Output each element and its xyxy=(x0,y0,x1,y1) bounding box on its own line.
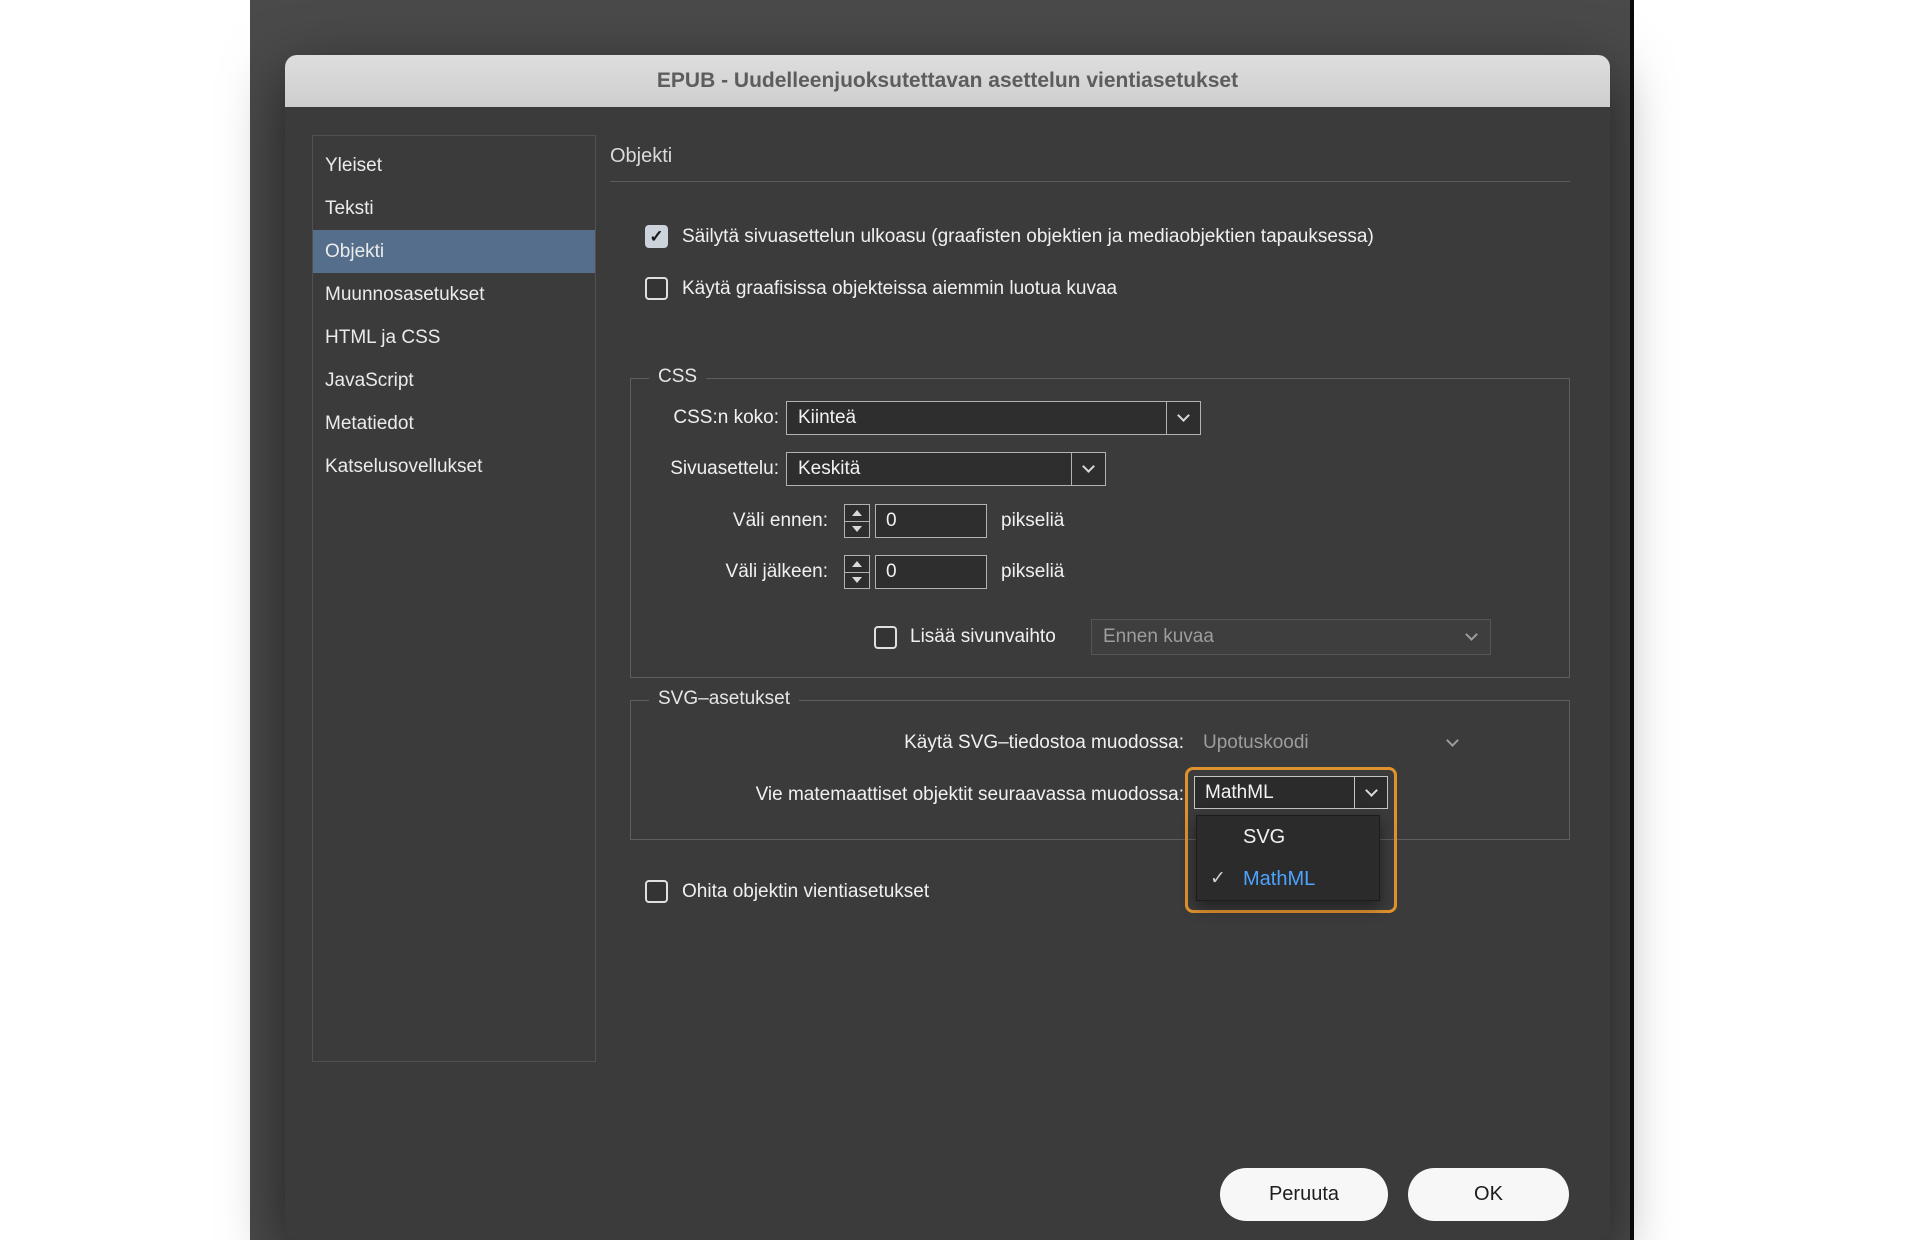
space-after-input[interactable] xyxy=(875,555,987,589)
menu-item-mathml[interactable]: ✓ MathML xyxy=(1197,858,1379,900)
chevron-down-icon[interactable] xyxy=(1354,777,1387,808)
sidebar-item-metatiedot[interactable]: Metatiedot xyxy=(313,402,595,445)
screen: EPUB - Uudelleenjuoksutettavan asettelun… xyxy=(0,0,1920,1240)
space-before-unit: pikseliä xyxy=(1001,510,1065,531)
math-export-menu: SVG ✓ MathML xyxy=(1196,815,1380,901)
css-size-value: Kiinteä xyxy=(798,407,857,428)
page-break-row: Lisää sivunvaihto xyxy=(874,619,1056,655)
page-break-checkbox[interactable] xyxy=(874,625,897,649)
ignore-export-checkbox[interactable] xyxy=(645,880,668,903)
space-after-unit: pikseliä xyxy=(1001,561,1065,582)
sidebar-item-yleiset[interactable]: Yleiset xyxy=(313,144,595,187)
chevron-down-icon[interactable] xyxy=(1071,453,1105,485)
page-title: Objekti xyxy=(610,145,673,167)
math-export-value: MathML xyxy=(1205,781,1274,803)
chevron-down-icon xyxy=(1465,628,1478,641)
use-existing-image-row: Käytä graafisissa objekteissa aiemmin lu… xyxy=(645,277,1117,300)
sidebar-item-teksti[interactable]: Teksti xyxy=(313,187,595,230)
use-existing-image-label: Käytä graafisissa objekteissa aiemmin lu… xyxy=(682,277,1118,299)
css-section-legend: CSS xyxy=(649,366,707,388)
css-section: CSS CSS:n koko: Kiinteä Sivuasettelu: Ke… xyxy=(630,366,1570,678)
sidebar-item-javascript[interactable]: JavaScript xyxy=(313,359,595,402)
use-existing-image-checkbox[interactable] xyxy=(645,277,668,300)
math-export-label: Vie matemaattiset objektit seuraavassa m… xyxy=(755,784,1184,805)
menu-item-mathml-label: MathML xyxy=(1243,868,1316,890)
page-layout-label: Sivuasettelu: xyxy=(670,458,779,479)
svg-section-legend: SVG–asetukset xyxy=(649,688,800,710)
dialog-titlebar[interactable]: EPUB - Uudelleenjuoksutettavan asettelun… xyxy=(285,55,1610,107)
check-icon: ✓ xyxy=(1210,868,1226,889)
use-svg-dropdown[interactable]: Upotuskoodi xyxy=(1199,726,1469,760)
stepper-down-icon[interactable] xyxy=(845,571,869,589)
ok-button[interactable]: OK xyxy=(1408,1168,1569,1221)
preserve-layout-checkbox[interactable]: ✓ xyxy=(645,225,668,248)
stepper-up-icon[interactable] xyxy=(845,505,869,521)
css-size-dropdown[interactable]: Kiinteä xyxy=(786,401,1201,435)
page-break-label: Lisää sivunvaihto xyxy=(910,626,1056,647)
sidebar-item-html-ja-css[interactable]: HTML ja CSS xyxy=(313,316,595,359)
svg-section: SVG–asetukset Käytä SVG–tiedostoa muodos… xyxy=(630,688,1570,840)
use-svg-value: Upotuskoodi xyxy=(1203,732,1309,753)
space-before-stepper[interactable] xyxy=(844,504,870,538)
sidebar-item-katselusovellukset[interactable]: Katselusovellukset xyxy=(313,445,595,488)
page-layout-value: Keskitä xyxy=(798,458,861,479)
preserve-layout-row: ✓ Säilytä sivuasettelun ulkoasu (graafis… xyxy=(645,225,1374,248)
settings-category-list: Yleiset Teksti Objekti Muunnosasetukset … xyxy=(312,135,596,1062)
stepper-up-icon[interactable] xyxy=(845,556,869,572)
ignore-export-label: Ohita objektin vientiasetukset xyxy=(682,880,930,902)
sidebar-item-objekti[interactable]: Objekti xyxy=(313,230,595,273)
epub-export-dialog: EPUB - Uudelleenjuoksutettavan asettelun… xyxy=(285,55,1610,1240)
cancel-button[interactable]: Peruuta xyxy=(1220,1168,1388,1221)
page-break-value: Ennen kuvaa xyxy=(1103,626,1214,647)
space-before-label: Väli ennen: xyxy=(732,510,828,531)
page-break-dropdown[interactable]: Ennen kuvaa xyxy=(1091,619,1491,655)
use-svg-label: Käytä SVG–tiedostoa muodossa: xyxy=(904,732,1184,753)
space-before-input[interactable] xyxy=(875,504,987,538)
math-export-dropdown[interactable]: MathML xyxy=(1194,776,1388,809)
heading-divider xyxy=(610,181,1570,182)
space-after-stepper[interactable] xyxy=(844,555,870,589)
math-export-dropdown-highlight: MathML SVG ✓ MathML xyxy=(1185,767,1397,913)
chevron-down-icon[interactable] xyxy=(1166,402,1200,434)
page-layout-dropdown[interactable]: Keskitä xyxy=(786,452,1106,486)
chevron-down-icon xyxy=(1446,734,1459,747)
css-size-label: CSS:n koko: xyxy=(673,407,779,428)
dialog-title: EPUB - Uudelleenjuoksutettavan asettelun… xyxy=(656,69,1239,92)
space-after-label: Väli jälkeen: xyxy=(725,561,828,582)
ignore-export-row: Ohita objektin vientiasetukset xyxy=(645,880,929,903)
preserve-layout-label: Säilytä sivuasettelun ulkoasu (graafiste… xyxy=(682,225,1374,247)
check-icon: ✓ xyxy=(649,226,664,246)
stepper-down-icon[interactable] xyxy=(845,520,869,538)
sidebar-item-muunnosasetukset[interactable]: Muunnosasetukset xyxy=(313,273,595,316)
menu-item-svg[interactable]: SVG xyxy=(1197,816,1379,858)
